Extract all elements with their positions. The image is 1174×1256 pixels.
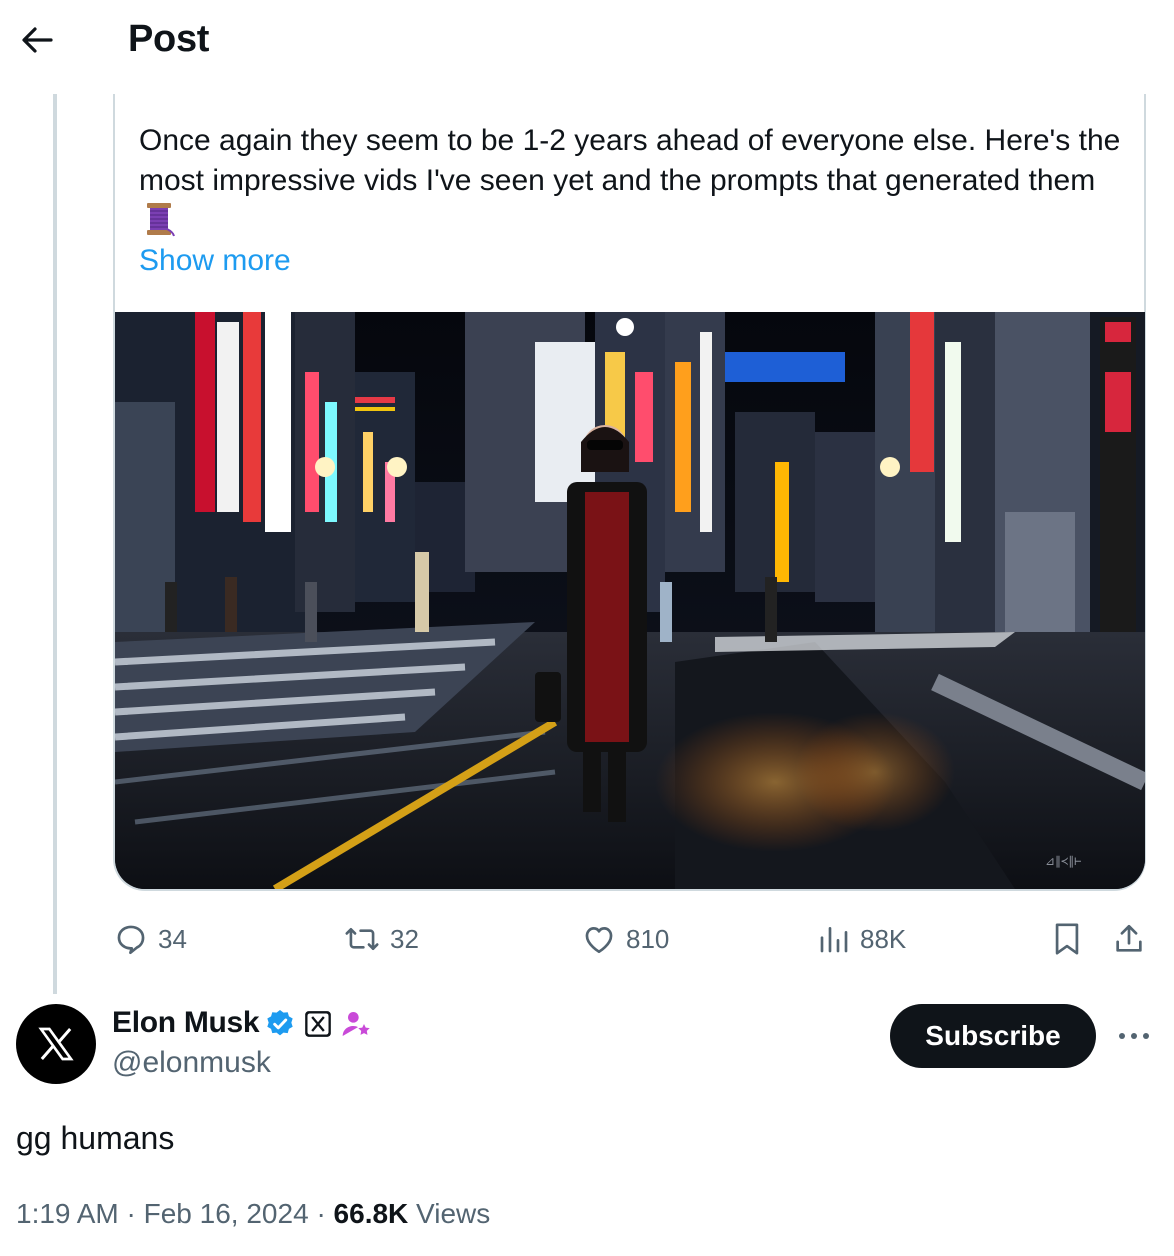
post-time[interactable]: 1:19 AM xyxy=(16,1198,119,1229)
media-watermark: ⊿∥≺∥⊢ xyxy=(1045,854,1082,868)
post-metadata: 1:19 AM · Feb 16, 2024 · 66.8K Views xyxy=(16,1198,490,1230)
post-date[interactable]: Feb 16, 2024 xyxy=(144,1198,309,1229)
video-thumbnail[interactable]: ⊿∥≺∥⊢ xyxy=(115,312,1145,889)
reply-bubble-icon xyxy=(117,925,145,955)
author-handle[interactable]: @elonmusk xyxy=(112,1046,271,1080)
author-badges xyxy=(264,1008,372,1040)
more-options-button[interactable] xyxy=(1114,1016,1154,1056)
share-button[interactable] xyxy=(1112,915,1156,963)
post-text: gg humans xyxy=(16,1120,175,1156)
page-title: Post xyxy=(128,18,210,60)
like-count: 810 xyxy=(626,923,670,954)
repost-icon xyxy=(345,927,379,951)
subscribe-button[interactable]: Subscribe xyxy=(890,1004,1096,1068)
back-button[interactable] xyxy=(12,18,62,62)
reply-count: 34 xyxy=(158,923,187,954)
post-action-bar: 34 32 810 88K xyxy=(0,915,1174,963)
repost-count: 32 xyxy=(390,923,419,954)
reply-button[interactable]: 34 xyxy=(114,915,187,963)
affiliate-person-star-icon xyxy=(342,1012,370,1036)
repost-button[interactable]: 32 xyxy=(344,915,419,963)
meta-separator: · xyxy=(316,1198,326,1229)
share-upload-icon xyxy=(1116,924,1142,952)
thread-connector-line xyxy=(53,94,57,994)
verified-badge-icon xyxy=(267,1010,293,1036)
views-button[interactable]: 88K xyxy=(818,915,906,963)
post-author-row: Elon Musk @elonmusk Subscribe xyxy=(16,1004,1166,1088)
more-dots-icon xyxy=(1119,1033,1149,1039)
arrow-left-icon xyxy=(22,27,53,53)
like-button[interactable]: 810 xyxy=(582,915,669,963)
quoted-post-text: Once again they seem to be 1-2 years ahe… xyxy=(139,121,1129,248)
analytics-bars-icon xyxy=(820,927,848,953)
views-count: 88K xyxy=(860,923,907,954)
x-affiliation-badge-icon xyxy=(305,1011,331,1037)
post-views-label: Views xyxy=(416,1198,491,1229)
show-more-link[interactable]: Show more xyxy=(139,241,291,281)
post-views-count: 66.8K xyxy=(333,1198,409,1229)
quoted-post-body: Once again they seem to be 1-2 years ahe… xyxy=(139,124,1121,197)
heart-icon xyxy=(585,927,613,954)
bookmark-button[interactable] xyxy=(1052,915,1092,963)
meta-separator: · xyxy=(126,1198,136,1229)
avatar[interactable] xyxy=(16,1004,96,1084)
bookmark-icon xyxy=(1055,923,1079,955)
top-bar: Post xyxy=(0,0,1174,84)
x-logo-icon xyxy=(38,1027,74,1061)
author-name[interactable]: Elon Musk xyxy=(112,1006,260,1040)
neon-street-scene-image: ⊿∥≺∥⊢ xyxy=(115,312,1145,889)
